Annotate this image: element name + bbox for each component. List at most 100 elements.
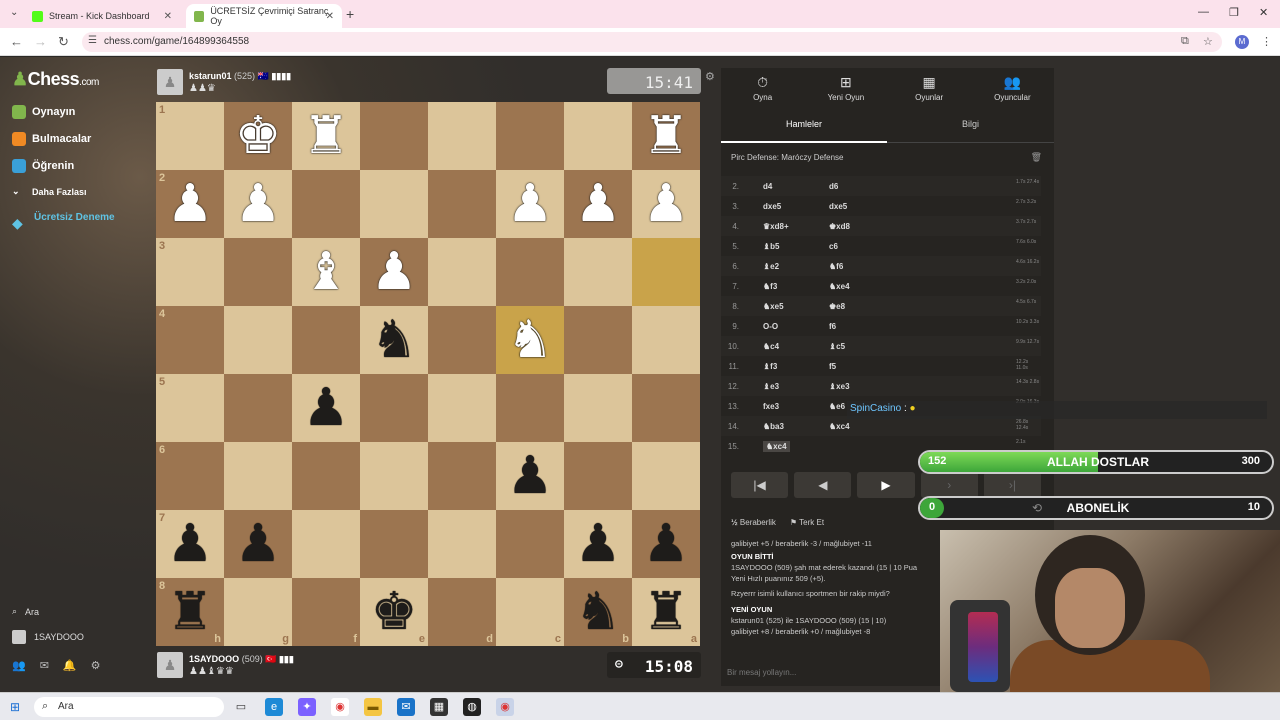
minimize-icon[interactable]: — [1198, 6, 1209, 18]
bottom-player-avatar[interactable]: ♟ [157, 652, 183, 678]
draw-button[interactable]: ½ Beraberlik [731, 518, 776, 527]
board-square[interactable]: ♚ [224, 102, 292, 170]
board-square[interactable]: ♟ [632, 170, 700, 238]
sidebar-item-play[interactable]: Oynayın [12, 105, 75, 119]
url-field[interactable]: ☰ chess.com/game/164899364558 [82, 32, 1222, 52]
white-move[interactable]: ♝e3 [763, 382, 779, 391]
board-square[interactable] [496, 102, 564, 170]
sidebar-item-puzzles[interactable]: Bulmacalar [12, 132, 91, 146]
file-explorer-icon[interactable]: ▬ [364, 698, 382, 716]
board-square[interactable] [224, 374, 292, 442]
black-pawn-icon[interactable]: ♟ [167, 518, 214, 570]
board-square[interactable]: c [496, 578, 564, 646]
black-king-icon[interactable]: ♚ [371, 586, 418, 638]
top-player-name[interactable]: kstarun01 [189, 71, 232, 81]
black-move[interactable]: ♝c5 [829, 342, 845, 351]
black-move[interactable]: ♞xe4 [829, 282, 850, 291]
board-square[interactable]: e ♚ [360, 578, 428, 646]
profile-avatar[interactable]: M [1235, 35, 1249, 49]
white-bishop-icon[interactable]: ♝ [303, 246, 350, 298]
white-move[interactable]: ♝f3 [763, 362, 777, 371]
board-square[interactable] [292, 442, 360, 510]
board-square[interactable] [564, 374, 632, 442]
board-square[interactable] [496, 238, 564, 306]
board-square[interactable]: a ♜ [632, 578, 700, 646]
board-square[interactable] [292, 306, 360, 374]
bookmark-star-icon[interactable]: ☆ [1203, 35, 1213, 48]
store-icon[interactable]: ▦ [430, 698, 448, 716]
black-rook-icon[interactable]: ♜ [167, 586, 214, 638]
board-square[interactable]: g [224, 578, 292, 646]
reload-icon[interactable]: ↻ [58, 34, 69, 50]
obs-icon[interactable]: ◍ [463, 698, 481, 716]
black-move[interactable]: ♞e6 [829, 402, 845, 411]
white-pawn-icon[interactable]: ♟ [507, 178, 554, 230]
black-pawn-icon[interactable]: ♟ [235, 518, 282, 570]
black-move[interactable]: d6 [829, 182, 838, 191]
trash-icon[interactable]: 🗑 [1031, 152, 1042, 163]
board-square[interactable] [292, 170, 360, 238]
tab-chess[interactable]: ÜCRETSİZ Çevrimiçi Satranç Oy ✕ [186, 4, 342, 28]
black-pawn-icon[interactable]: ♟ [507, 450, 554, 502]
board-square[interactable] [496, 510, 564, 578]
board-square[interactable] [428, 102, 496, 170]
black-pawn-icon[interactable]: ♟ [303, 382, 350, 434]
tab-players[interactable]: 👥 Oyuncular [971, 68, 1054, 110]
board-square[interactable] [496, 374, 564, 442]
board-square[interactable] [360, 102, 428, 170]
board-square[interactable]: ♜ [292, 102, 360, 170]
friends-icon[interactable]: 👥 [12, 659, 26, 672]
black-pawn-icon[interactable]: ♟ [575, 518, 622, 570]
white-move[interactable]: ♛xd8+ [763, 222, 789, 231]
black-move[interactable]: ♞xc4 [829, 422, 850, 431]
black-move[interactable]: f5 [829, 362, 836, 371]
previous-move-button[interactable]: ◀ [794, 472, 852, 498]
black-move[interactable]: ♚e8 [829, 302, 845, 311]
sidebar-search[interactable]: ⌕ Ara [12, 606, 39, 617]
tab-search-chevron-icon[interactable]: ⌄ [10, 7, 18, 18]
board-square[interactable]: 8 h ♜ [156, 578, 224, 646]
black-knight-icon[interactable]: ♞ [575, 586, 622, 638]
chrome-active-icon[interactable]: ◉ [496, 698, 514, 716]
board-square[interactable]: ♜ [632, 102, 700, 170]
resign-button[interactable]: ⚑ Terk Et [790, 518, 824, 527]
chess-board[interactable]: 1 ♚ ♜ ♜ 2 ♟ ♟ ♟ ♟ ♟ 3 ♝ ♟ 4 ♞ ♞ 5 ♟ 6 ♟ 7 ♟ ♟ ♟ ♟ 8 h ♜ g f e ♚ d c b ♞ a ♜ [156, 102, 700, 646]
board-square[interactable]: ♟ [224, 510, 292, 578]
board-square[interactable] [428, 306, 496, 374]
board-square[interactable] [428, 170, 496, 238]
tab-moves[interactable]: Hamleler [721, 113, 887, 143]
board-square[interactable]: ♞ [496, 306, 564, 374]
board-square[interactable]: ♟ [496, 442, 564, 510]
windows-start-icon[interactable]: ⊞ [10, 700, 20, 714]
board-square[interactable] [224, 442, 292, 510]
board-square[interactable] [360, 442, 428, 510]
close-tab-icon[interactable]: ✕ [164, 11, 172, 22]
sidebar-item-learn[interactable]: Öğrenin [12, 159, 74, 173]
board-square[interactable] [632, 374, 700, 442]
board-square[interactable]: ♝ [292, 238, 360, 306]
white-move[interactable]: ♞xc4 [763, 441, 790, 452]
task-view-icon[interactable]: ▭ [232, 698, 250, 716]
white-move[interactable]: ♞ba3 [763, 422, 784, 431]
white-pawn-icon[interactable]: ♟ [167, 178, 214, 230]
white-pawn-icon[interactable]: ♟ [371, 246, 418, 298]
chess-logo[interactable]: ♟Chess.com [12, 69, 99, 90]
white-move[interactable]: ♞f3 [763, 282, 777, 291]
white-pawn-icon[interactable]: ♟ [235, 178, 282, 230]
first-move-button[interactable]: |◀ [731, 472, 789, 498]
board-square[interactable]: 5 [156, 374, 224, 442]
tab-games[interactable]: ▦ Oyunlar [888, 68, 971, 110]
mail-icon[interactable]: ✉ [397, 698, 415, 716]
close-window-icon[interactable]: ✕ [1259, 6, 1268, 19]
board-square[interactable] [564, 238, 632, 306]
board-square[interactable] [632, 306, 700, 374]
white-move[interactable]: ♞xe5 [763, 302, 784, 311]
board-square[interactable]: 3 [156, 238, 224, 306]
white-move[interactable]: O-O [763, 322, 778, 331]
install-app-icon[interactable]: ⧉ [1181, 35, 1189, 48]
white-move[interactable]: d4 [763, 182, 772, 191]
black-move[interactable]: ♚xd8 [829, 222, 850, 231]
white-move[interactable]: ♝b5 [763, 242, 780, 251]
tab-info[interactable]: Bilgi [887, 113, 1054, 143]
notifications-icon[interactable]: 🔔 [63, 659, 77, 672]
